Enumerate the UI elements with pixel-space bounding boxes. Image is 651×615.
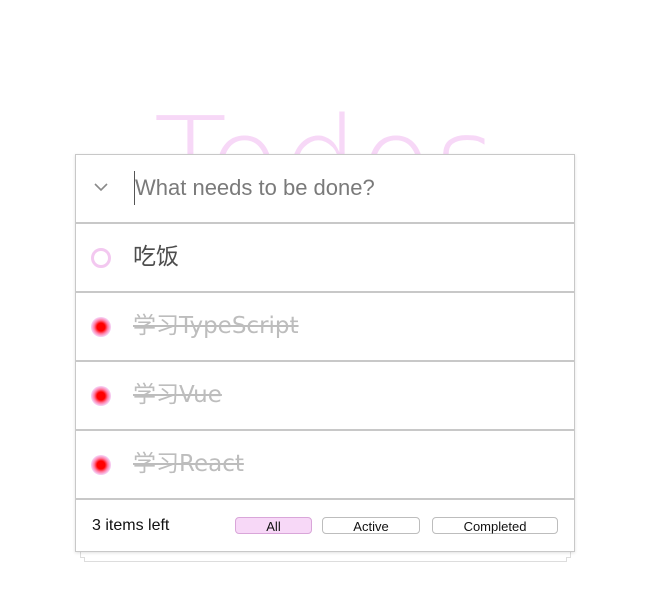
todo-item: 学习Vue bbox=[76, 362, 574, 431]
todo-item: 学习TypeScript bbox=[76, 293, 574, 362]
radio-filled-icon[interactable] bbox=[91, 317, 111, 337]
todo-item: 吃饭 bbox=[76, 224, 574, 293]
todo-label[interactable]: 吃饭 bbox=[133, 242, 179, 272]
todo-list: 吃饭 学习TypeScript 学习Vue 学习React bbox=[76, 224, 574, 500]
radio-filled-icon[interactable] bbox=[91, 455, 111, 475]
new-todo-row bbox=[76, 155, 574, 224]
filter-active-button[interactable]: Active bbox=[322, 517, 420, 534]
items-left-count: 3 items left bbox=[92, 517, 170, 534]
todo-footer: 3 items left All Active Completed bbox=[76, 500, 574, 550]
todo-app: 吃饭 学习TypeScript 学习Vue 学习React 3 items le… bbox=[75, 154, 575, 552]
todo-item: 学习React bbox=[76, 431, 574, 500]
chevron-down-icon[interactable] bbox=[89, 175, 113, 199]
todo-label[interactable]: 学习Vue bbox=[133, 380, 222, 410]
stack-shadow-2 bbox=[84, 557, 567, 562]
filter-completed-button[interactable]: Completed bbox=[432, 517, 558, 534]
radio-filled-icon[interactable] bbox=[91, 386, 111, 406]
circle-outline-icon[interactable] bbox=[91, 248, 111, 268]
todo-label[interactable]: 学习TypeScript bbox=[133, 311, 299, 341]
todo-label[interactable]: 学习React bbox=[133, 449, 244, 479]
filter-all-button[interactable]: All bbox=[235, 517, 312, 534]
new-todo-input[interactable] bbox=[134, 171, 555, 205]
